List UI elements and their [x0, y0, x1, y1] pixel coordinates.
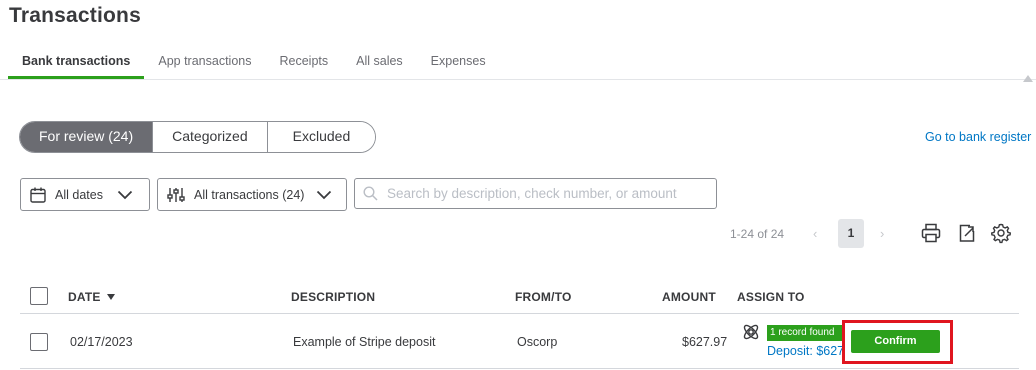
tab-bank-transactions[interactable]: Bank transactions: [8, 52, 145, 79]
tab-all-sales[interactable]: All sales: [342, 52, 417, 79]
print-icon[interactable]: [920, 222, 942, 249]
dates-dropdown-value: All dates: [55, 187, 103, 202]
pagination-range: 1-24 of 24: [730, 227, 785, 241]
search-input[interactable]: [387, 186, 707, 201]
filter-sliders-icon: [167, 186, 185, 204]
matched-deposit-link[interactable]: Deposit: $627.97: [767, 344, 843, 358]
column-header-description: DESCRIPTION: [291, 290, 376, 304]
sort-descending-icon: [106, 294, 115, 300]
transactions-dropdown-value: All transactions (24): [194, 187, 305, 202]
scroll-up-arrow[interactable]: [1023, 75, 1033, 82]
export-icon[interactable]: [956, 222, 978, 249]
column-header-assign-to: ASSIGN TO: [737, 290, 805, 304]
record-found-badge: 1 record found: [767, 325, 843, 341]
page-number-button[interactable]: 1: [838, 219, 864, 248]
row-date: 02/17/2023: [70, 335, 133, 349]
row-amount: $627.97: [682, 335, 728, 349]
tab-app-transactions[interactable]: App transactions: [144, 52, 265, 79]
column-header-amount: AMOUNT: [662, 290, 716, 304]
tab-receipts[interactable]: Receipts: [265, 52, 342, 79]
transaction-tabs: Bank transactions App transactions Recei…: [8, 52, 500, 79]
chevron-down-icon: [117, 190, 133, 200]
column-header-from-to: FROM/TO: [515, 290, 572, 304]
row-checkbox[interactable]: [30, 333, 48, 351]
select-all-checkbox[interactable]: [30, 287, 48, 305]
table-header-divider: [20, 313, 1019, 314]
search-icon: [363, 186, 378, 201]
go-to-bank-register-link[interactable]: Go to bank register: [925, 130, 1031, 144]
tabs-divider: [0, 79, 1036, 80]
tab-expenses[interactable]: Expenses: [417, 52, 500, 79]
confirm-button[interactable]: Confirm: [851, 330, 940, 353]
chevron-down-icon: [316, 190, 332, 200]
column-header-date[interactable]: DATE: [68, 290, 115, 304]
segment-for-review[interactable]: For review (24): [20, 122, 154, 152]
search-box: [354, 178, 717, 209]
next-page-button[interactable]: ›: [880, 226, 884, 241]
record-match-icon: [741, 322, 761, 347]
segment-excluded[interactable]: Excluded: [267, 122, 376, 152]
transactions-dropdown[interactable]: All transactions (24): [157, 178, 347, 211]
calendar-icon: [29, 186, 47, 204]
review-status-toggle: For review (24) Categorized Excluded: [19, 121, 377, 153]
gear-icon[interactable]: [990, 222, 1012, 249]
row-description: Example of Stripe deposit: [293, 335, 436, 349]
segment-categorized[interactable]: Categorized: [153, 122, 268, 152]
previous-page-button[interactable]: ‹: [813, 226, 817, 241]
column-header-date-label: DATE: [68, 290, 101, 304]
row-from-to: Oscorp: [517, 335, 558, 349]
dates-dropdown[interactable]: All dates: [20, 178, 150, 211]
page-title: Transactions: [9, 4, 141, 27]
row-divider: [20, 368, 1019, 369]
